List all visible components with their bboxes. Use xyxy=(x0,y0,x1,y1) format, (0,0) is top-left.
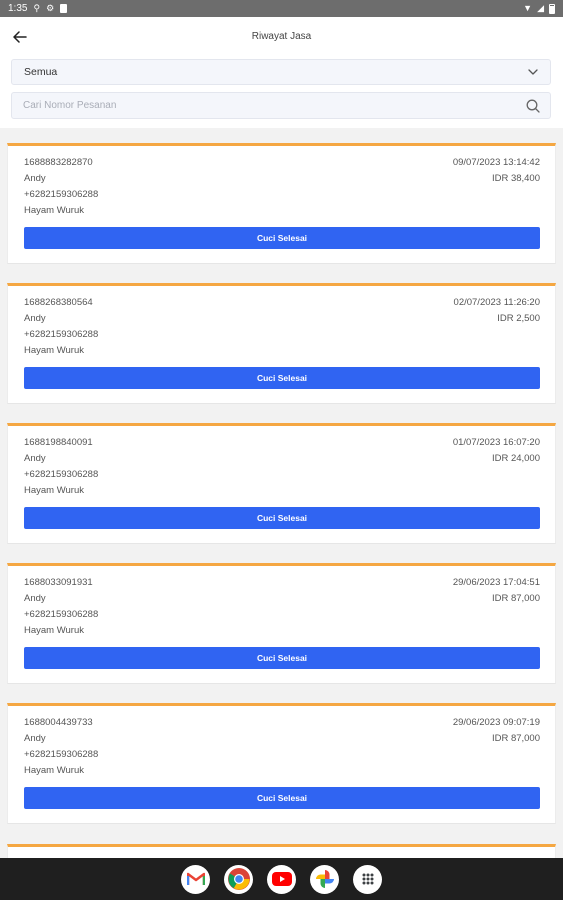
order-id: 1688883282870 xyxy=(24,157,93,168)
youtube-icon[interactable] xyxy=(267,864,296,894)
chrome-icon[interactable] xyxy=(224,864,253,894)
customer-phone: +6282159306288 xyxy=(24,189,99,200)
app-bar: Riwayat Jasa xyxy=(0,17,563,57)
order-id: 1688004439733 xyxy=(24,717,93,728)
order-card: 1688004439733 29/06/2023 09:07:19 Andy I… xyxy=(7,703,556,824)
customer-address: Hayam Wuruk xyxy=(24,345,85,356)
customer-name: Andy xyxy=(24,313,46,324)
customer-address: Hayam Wuruk xyxy=(24,485,85,496)
chevron-down-icon xyxy=(528,69,538,75)
order-price: IDR 87,000 xyxy=(491,733,540,744)
status-bar: 1:35 ⚲ ⚙ ▼ ◢ xyxy=(0,0,563,17)
customer-phone: +6282159306288 xyxy=(24,749,99,760)
search-icon[interactable] xyxy=(526,99,540,113)
signal-icon: ◢ xyxy=(537,3,544,13)
app-drawer-icon[interactable] xyxy=(353,864,382,894)
order-datetime: 01/07/2023 16:07:20 xyxy=(452,437,540,448)
system-dock xyxy=(0,858,563,900)
customer-phone: +6282159306288 xyxy=(24,469,99,480)
usb-icon: ⚲ xyxy=(33,3,41,13)
order-datetime: 09/07/2023 13:14:42 xyxy=(452,157,540,168)
customer-name: Andy xyxy=(24,173,46,184)
order-id: 1688033091931 xyxy=(24,577,93,588)
order-price: IDR 2,500 xyxy=(497,313,540,324)
order-card: 1688033091931 29/06/2023 17:04:51 Andy I… xyxy=(7,563,556,684)
photos-icon[interactable] xyxy=(310,864,339,894)
sd-card-icon xyxy=(60,4,68,13)
order-card: 1688198840091 01/07/2023 16:07:20 Andy I… xyxy=(7,423,556,544)
cuci-selesai-button[interactable]: Cuci Selesai xyxy=(24,647,540,669)
customer-phone: +6282159306288 xyxy=(24,609,99,620)
cuci-selesai-button[interactable]: Cuci Selesai xyxy=(24,227,540,249)
cuci-selesai-button[interactable]: Cuci Selesai xyxy=(24,507,540,529)
order-id: 1688268380564 xyxy=(24,297,93,308)
customer-phone: +6282159306288 xyxy=(24,329,99,340)
order-card: 1688883282870 09/07/2023 13:14:42 Andy I… xyxy=(7,143,556,264)
status-filter-dropdown[interactable]: Semua xyxy=(11,59,551,85)
order-price: IDR 38,400 xyxy=(491,173,540,184)
status-time: 1:35 xyxy=(8,3,28,14)
customer-name: Andy xyxy=(24,453,46,464)
customer-address: Hayam Wuruk xyxy=(24,625,85,636)
battery-icon xyxy=(549,3,555,14)
cuci-selesai-button[interactable]: Cuci Selesai xyxy=(24,787,540,809)
search-input[interactable] xyxy=(12,100,526,111)
order-price: IDR 87,000 xyxy=(491,593,540,604)
customer-address: Hayam Wuruk xyxy=(24,205,85,216)
order-datetime: 29/06/2023 09:07:19 xyxy=(452,717,540,728)
gmail-icon[interactable] xyxy=(181,864,210,894)
order-datetime: 02/07/2023 11:26:20 xyxy=(453,297,540,308)
wifi-icon: ▼ xyxy=(523,3,533,13)
order-price: IDR 24,000 xyxy=(491,453,540,464)
customer-address: Hayam Wuruk xyxy=(24,765,85,776)
order-datetime: 29/06/2023 17:04:51 xyxy=(452,577,540,588)
cuci-selesai-button[interactable]: Cuci Selesai xyxy=(24,367,540,389)
page-title: Riwayat Jasa xyxy=(251,31,312,42)
customer-name: Andy xyxy=(24,733,46,744)
order-id: 1688198840091 xyxy=(24,437,93,448)
status-filter-value: Semua xyxy=(24,66,58,78)
order-card: 1688268380564 02/07/2023 11:26:20 Andy I… xyxy=(7,283,556,404)
search-box xyxy=(11,92,551,119)
settings-notification-icon: ⚙ xyxy=(46,3,55,13)
filter-area: Semua xyxy=(0,57,563,128)
customer-name: Andy xyxy=(24,593,46,604)
